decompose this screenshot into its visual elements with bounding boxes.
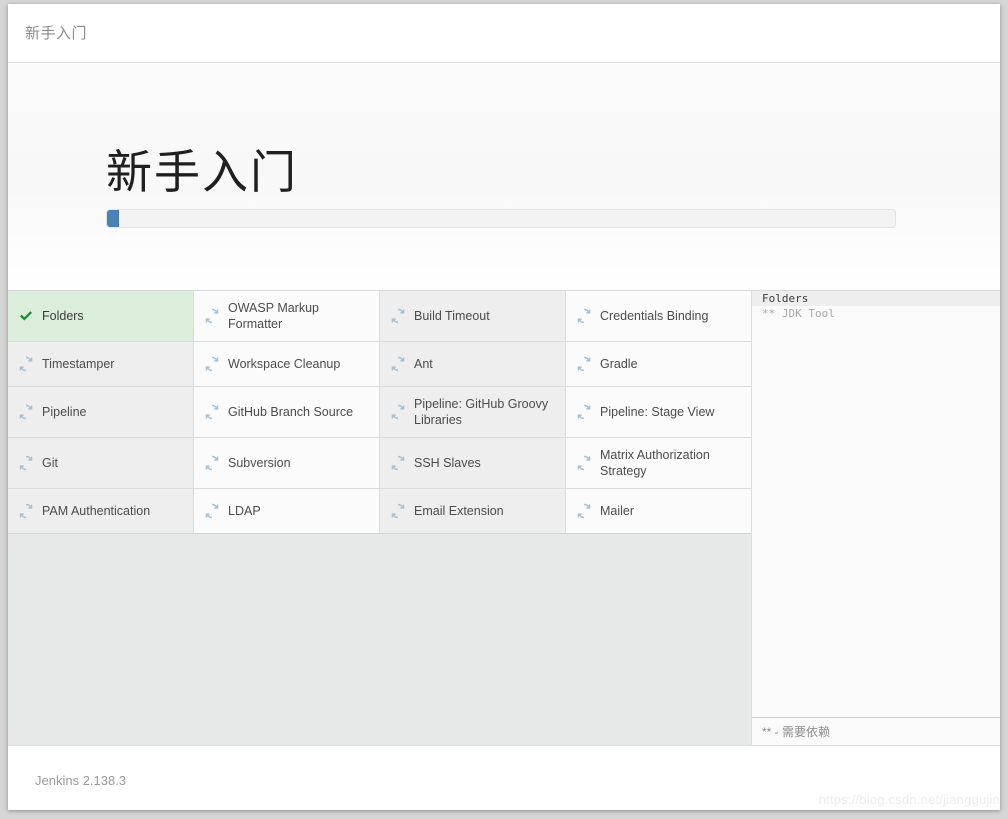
- wizard-footer: Jenkins 2.138.3 https://blog.csdn.net/ji…: [8, 745, 1000, 810]
- plugin-name: Credentials Binding: [600, 309, 709, 323]
- plugin-cell: Pipeline: Stage View: [566, 387, 751, 437]
- plugin-grid-area: Folders OWASP Markup Formatter Build Timeo…: [8, 290, 751, 745]
- plugin-cell: Matrix Authorization Strategy: [566, 438, 751, 488]
- plugin-name: GitHub Branch Source: [228, 405, 354, 419]
- sync-icon: [18, 356, 34, 372]
- sync-icon: [390, 356, 406, 372]
- plugin-cell: Mailer: [566, 489, 751, 533]
- sync-icon: [18, 503, 34, 519]
- plugin-name: Gradle: [600, 357, 638, 371]
- install-log-line: ** JDK Tool: [762, 307, 835, 320]
- watermark-text: https://blog.csdn.net/jianggujin: [818, 792, 1000, 807]
- install-progress-fill: [107, 210, 119, 227]
- plugin-cell: Timestamper: [8, 342, 193, 386]
- sync-icon: [576, 308, 592, 324]
- plugin-name: Subversion: [228, 456, 291, 470]
- plugin-cell: LDAP: [194, 489, 379, 533]
- plugin-cell: OWASP Markup Formatter: [194, 291, 379, 341]
- sync-icon: [576, 455, 592, 471]
- plugin-cell: Folders: [8, 291, 193, 341]
- install-log-line: Folders: [752, 291, 1000, 306]
- sync-icon: [576, 503, 592, 519]
- plugin-grid: Folders OWASP Markup Formatter Build Timeo…: [8, 291, 751, 534]
- plugin-name: Matrix Authorization Strategy: [600, 448, 710, 478]
- plugin-name: Git: [42, 456, 58, 470]
- plugin-name: Mailer: [600, 504, 635, 518]
- plugin-name: Pipeline: GitHub Groovy Libraries: [414, 397, 549, 427]
- plugin-name: Build Timeout: [414, 309, 490, 323]
- plugin-cell: Build Timeout: [380, 291, 565, 341]
- sync-icon: [204, 455, 220, 471]
- plugin-cell: GitHub Branch Source: [194, 387, 379, 437]
- plugin-cell: Workspace Cleanup: [194, 342, 379, 386]
- hero-section: 新手入门: [8, 64, 1000, 290]
- plugin-cell: Pipeline: GitHub Groovy Libraries: [380, 387, 565, 437]
- sync-icon: [390, 308, 406, 324]
- plugin-name: Pipeline: [42, 405, 87, 419]
- plugin-name: Email Extension: [414, 504, 504, 518]
- sync-icon: [576, 356, 592, 372]
- plugin-name: PAM Authentication: [42, 504, 151, 518]
- install-progress-bar: [106, 209, 896, 228]
- plugin-name: Timestamper: [42, 357, 115, 371]
- plugin-name: Ant: [414, 357, 433, 371]
- plugin-cell: Credentials Binding: [566, 291, 751, 341]
- sync-icon: [18, 404, 34, 420]
- plugin-name: SSH Slaves: [414, 456, 481, 470]
- sync-icon: [390, 503, 406, 519]
- wizard-header: 新手入门: [8, 4, 1000, 63]
- plugin-cell: Ant: [380, 342, 565, 386]
- dependency-legend: ** - 需要依赖: [752, 717, 1000, 745]
- sync-icon: [204, 503, 220, 519]
- plugin-cell: Gradle: [566, 342, 751, 386]
- plugin-name: Folders: [42, 309, 84, 323]
- check-icon: [18, 308, 34, 324]
- install-log-list[interactable]: Folders ** JDK Tool: [752, 291, 1000, 716]
- plugin-cell: Git: [8, 438, 193, 488]
- sync-icon: [204, 308, 220, 324]
- sync-icon: [204, 356, 220, 372]
- plugin-cell: PAM Authentication: [8, 489, 193, 533]
- plugin-cell: Email Extension: [380, 489, 565, 533]
- jenkins-version-label: Jenkins 2.138.3: [35, 773, 127, 788]
- sync-icon: [204, 404, 220, 420]
- sync-icon: [390, 404, 406, 420]
- plugin-name: OWASP Markup Formatter: [228, 301, 319, 331]
- sync-icon: [390, 455, 406, 471]
- wizard-window: 新手入门 新手入门 Folders OWASP Markup Formatter B…: [8, 4, 1000, 810]
- plugin-name: Workspace Cleanup: [228, 357, 341, 371]
- plugin-cell: Subversion: [194, 438, 379, 488]
- sync-icon: [576, 404, 592, 420]
- plugin-name: Pipeline: Stage View: [600, 405, 715, 419]
- main-content: Folders OWASP Markup Formatter Build Timeo…: [8, 290, 1000, 745]
- plugin-cell: SSH Slaves: [380, 438, 565, 488]
- plugin-cell: Pipeline: [8, 387, 193, 437]
- plugin-name: LDAP: [228, 504, 261, 518]
- sync-icon: [18, 455, 34, 471]
- page-title: 新手入门: [25, 25, 88, 42]
- install-log-panel: Folders ** JDK Tool ** - 需要依赖: [751, 290, 1000, 745]
- hero-title: 新手入门: [106, 145, 298, 199]
